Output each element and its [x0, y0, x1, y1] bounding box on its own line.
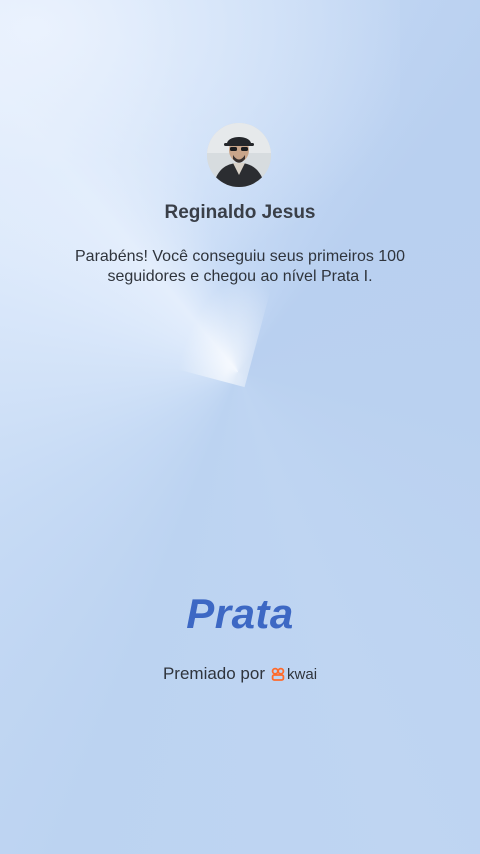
user-name: Reginaldo Jesus	[164, 202, 316, 223]
brand-name: kwai	[287, 665, 318, 683]
achievement-screen: Reginaldo Jesus Parabéns! Você conseguiu…	[0, 0, 480, 854]
avatar[interactable]	[207, 123, 271, 187]
awarded-by: Premiado por kwai	[0, 664, 480, 684]
level-title: Prata	[186, 590, 294, 637]
background-glow	[0, 0, 400, 280]
awarded-label: Premiado por	[162, 664, 266, 683]
message-line-1: Parabéns! Você conseguiu seus primeiros …	[75, 248, 405, 265]
brand: kwai	[271, 666, 317, 683]
kwai-logo-icon	[271, 667, 285, 681]
achievement-message: Parabéns! Você conseguiu seus primeiros …	[60, 247, 420, 287]
avatar-photo-icon	[207, 123, 271, 187]
message-line-2: seguidores e chegou ao nível Prata I.	[107, 268, 373, 285]
